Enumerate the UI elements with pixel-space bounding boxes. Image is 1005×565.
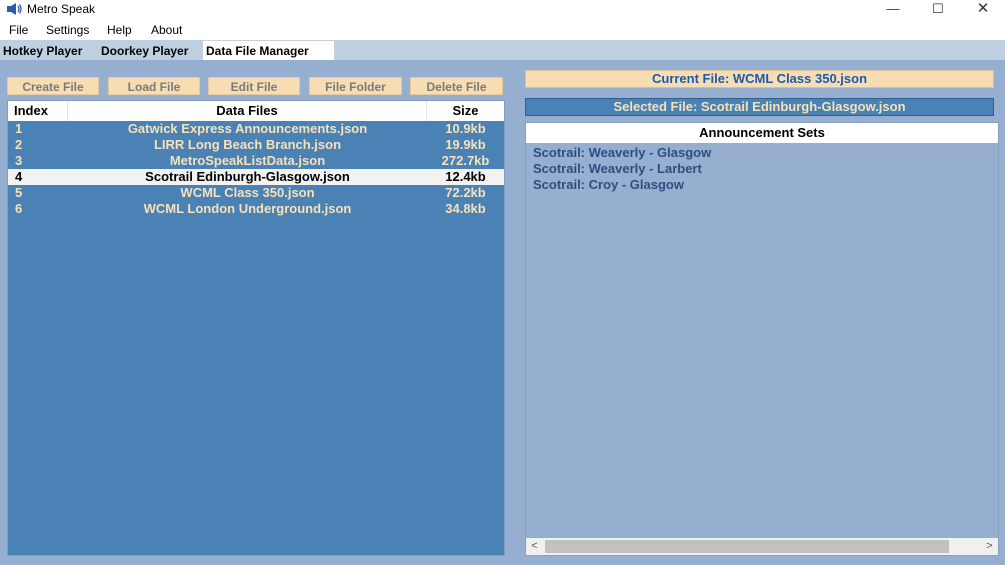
menu-bar: File Settings Help About [0, 20, 1005, 40]
row-file-name: LIRR Long Beach Branch.json [153, 137, 342, 152]
row-size: 72.2kb [445, 185, 486, 200]
create-file-button[interactable]: Create File [7, 77, 99, 95]
menu-help[interactable]: Help [107, 23, 132, 37]
row-size: 34.8kb [445, 201, 486, 216]
row-size: 12.4kb [445, 169, 486, 184]
tab-doorkey-player[interactable]: Doorkey Player [98, 43, 192, 59]
row-file-name: WCML London Underground.json [143, 201, 352, 216]
scroll-left-icon[interactable]: < [526, 538, 543, 555]
title-bar: Metro Speak — ☐ ✕ [0, 0, 1005, 20]
list-item[interactable]: Scotrail: Weaverly - Glasgow [533, 145, 711, 160]
tab-strip: Hotkey Player Doorkey Player Data File M… [0, 40, 1005, 61]
minimize-button[interactable]: — [870, 0, 916, 20]
column-header-size[interactable]: Size [427, 101, 504, 121]
column-header-data-files[interactable]: Data Files [68, 101, 427, 121]
menu-about[interactable]: About [151, 23, 182, 37]
row-index: 6 [15, 201, 23, 216]
announcement-sets-list[interactable]: Announcement Sets Scotrail: Weaverly - G… [525, 122, 999, 556]
delete-file-button[interactable]: Delete File [410, 77, 503, 95]
row-index: 3 [15, 153, 23, 168]
menu-settings[interactable]: Settings [46, 23, 89, 37]
table-row[interactable]: 6 WCML London Underground.json 34.8kb [8, 201, 504, 217]
window-title: Metro Speak [27, 2, 96, 16]
maximize-button[interactable]: ☐ [915, 0, 961, 20]
selected-file-label: Selected File: Scotrail Edinburgh-Glasgo… [525, 98, 994, 116]
row-size: 10.9kb [445, 121, 486, 136]
row-index: 2 [15, 137, 23, 152]
scrollbar-thumb[interactable] [545, 540, 949, 553]
table-row[interactable]: 3 MetroSpeakListData.json 272.7kb [8, 153, 504, 169]
column-header-index[interactable]: Index [8, 101, 68, 121]
list-header: Index Data Files Size [8, 101, 504, 121]
table-row-selected[interactable]: 4 Scotrail Edinburgh-Glasgow.json 12.4kb [8, 169, 504, 185]
announcement-sets-header[interactable]: Announcement Sets [526, 123, 998, 143]
row-index: 4 [15, 169, 23, 184]
row-file-name: WCML Class 350.json [180, 185, 315, 200]
menu-file[interactable]: File [9, 23, 28, 37]
scroll-right-icon[interactable]: > [981, 538, 998, 555]
row-file-name: Gatwick Express Announcements.json [127, 121, 368, 136]
row-file-name: MetroSpeakListData.json [169, 153, 326, 168]
edit-file-button[interactable]: Edit File [208, 77, 300, 95]
tab-data-file-manager[interactable]: Data File Manager [202, 40, 335, 61]
load-file-button[interactable]: Load File [108, 77, 200, 95]
row-index: 5 [15, 185, 23, 200]
list-item[interactable]: Scotrail: Croy - Glasgow [533, 177, 684, 192]
horizontal-scrollbar[interactable]: < > [526, 538, 998, 555]
table-row[interactable]: 1 Gatwick Express Announcements.json 10.… [8, 121, 504, 137]
speaker-icon [7, 3, 22, 15]
current-file-label: Current File: WCML Class 350.json [525, 70, 994, 88]
row-index: 1 [15, 121, 23, 136]
close-button[interactable]: ✕ [960, 0, 1005, 20]
row-file-name: Scotrail Edinburgh-Glasgow.json [145, 169, 350, 184]
row-size: 272.7kb [441, 153, 490, 168]
list-item[interactable]: Scotrail: Weaverly - Larbert [533, 161, 702, 176]
table-row[interactable]: 2 LIRR Long Beach Branch.json 19.9kb [8, 137, 504, 153]
tab-hotkey-player[interactable]: Hotkey Player [0, 43, 86, 59]
data-files-list[interactable]: Index Data Files Size 1 Gatwick Express … [7, 100, 505, 556]
table-row[interactable]: 5 WCML Class 350.json 72.2kb [8, 185, 504, 201]
row-size: 19.9kb [445, 137, 486, 152]
file-folder-button[interactable]: File Folder [309, 77, 402, 95]
